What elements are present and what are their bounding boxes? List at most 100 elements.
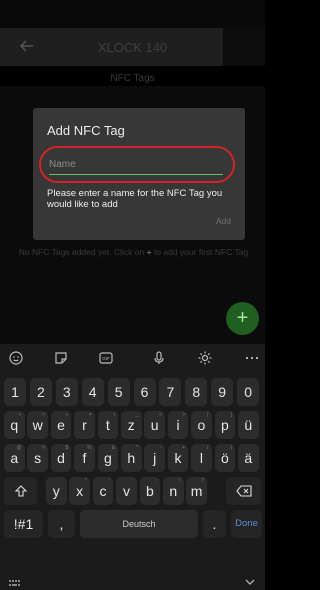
- key-k[interactable]: k +: [167, 444, 189, 472]
- key-b[interactable]: b;: [139, 477, 161, 505]
- key-d[interactable]: d $: [50, 444, 72, 472]
- key-d-hint: $: [65, 445, 69, 451]
- key-k-hint: +: [182, 445, 186, 451]
- key-2[interactable]: 2: [29, 378, 52, 406]
- key-a[interactable]: a @: [4, 444, 25, 472]
- gif-icon[interactable]: GIF: [98, 350, 116, 366]
- key-c[interactable]: c ': [92, 477, 114, 505]
- key-v-label: v: [122, 483, 130, 499]
- key-0[interactable]: 0: [237, 378, 260, 406]
- key-v[interactable]: v:: [116, 477, 137, 505]
- key-ü[interactable]: ü: [238, 411, 259, 439]
- key-g-label: g: [103, 450, 112, 466]
- key-e-hint: ÷: [65, 412, 69, 418]
- space-key-label: Deutsch: [122, 519, 156, 529]
- key-c-hint: ': [109, 478, 111, 484]
- backspace-key[interactable]: [226, 477, 261, 505]
- key-y[interactable]: y: [46, 477, 67, 505]
- name-field[interactable]: Name: [39, 146, 235, 183]
- key-w[interactable]: w ×: [27, 411, 48, 439]
- key-f[interactable]: f%: [74, 444, 95, 472]
- add-nfc-tag-dialog: Add NFC Tag Name Please enter a name for…: [33, 108, 245, 240]
- key-m[interactable]: m?: [186, 477, 207, 505]
- key-ä[interactable]: ä: [238, 444, 259, 472]
- key-s[interactable]: s #: [27, 444, 48, 472]
- key-c-label: c: [99, 483, 107, 499]
- key-4[interactable]: 4: [81, 378, 104, 406]
- sticker-icon[interactable]: [53, 350, 71, 366]
- key-v-hint: :: [132, 478, 134, 484]
- period-key[interactable]: .: [203, 510, 226, 538]
- empty-state-text-before: No NFC Tags added yet. Click on: [18, 247, 147, 257]
- keyboard-toolbar: GIF: [0, 344, 265, 372]
- space-key[interactable]: Deutsch: [80, 510, 198, 538]
- key-l[interactable]: l(: [191, 444, 212, 472]
- key-3-label: 3: [62, 384, 71, 400]
- key-3[interactable]: 3: [55, 378, 78, 406]
- key-1[interactable]: 1: [4, 378, 26, 406]
- key-8[interactable]: 8: [185, 378, 208, 406]
- key-1-label: 1: [11, 384, 19, 400]
- key-7-label: 7: [166, 384, 175, 400]
- shift-key[interactable]: [4, 477, 37, 505]
- key-n[interactable]: n!: [163, 477, 184, 505]
- key-ü-label: ü: [244, 417, 253, 433]
- done-key-label: Done: [235, 518, 258, 529]
- symbols-key[interactable]: !#1: [4, 510, 43, 538]
- empty-state-message: No NFC Tags added yet. Click on + to add…: [12, 247, 255, 258]
- chevron-down-icon[interactable]: [244, 574, 256, 590]
- key-p-hint: ]: [230, 412, 233, 418]
- key-o[interactable]: o[: [191, 411, 212, 439]
- key-b-label: b: [145, 483, 154, 499]
- key-u[interactable]: u <: [144, 411, 165, 439]
- status-bar: [0, 0, 265, 28]
- key-q-label: q: [10, 417, 19, 433]
- key-o-hint: [: [207, 412, 209, 418]
- settings-icon[interactable]: [197, 350, 215, 366]
- key-t-label: t: [105, 417, 110, 433]
- key-7[interactable]: 7: [159, 378, 182, 406]
- key-w-label: w: [32, 417, 43, 433]
- key-z[interactable]: z _: [121, 411, 142, 439]
- key-ö[interactable]: ö): [214, 444, 236, 472]
- key-5[interactable]: 5: [107, 378, 130, 406]
- more-icon[interactable]: [244, 350, 262, 366]
- key-t[interactable]: t /: [97, 411, 119, 439]
- comma-key[interactable]: ,: [48, 510, 75, 538]
- key-m-label: m: [190, 483, 203, 499]
- key-5-label: 5: [114, 384, 123, 400]
- period-key-label: .: [212, 516, 217, 532]
- key-x[interactable]: x ": [69, 477, 90, 505]
- key-a-label: a: [10, 450, 19, 466]
- key-g[interactable]: g &: [97, 444, 119, 472]
- add-fab-button[interactable]: +: [226, 302, 259, 335]
- key-j-hint: -: [160, 445, 162, 451]
- key-a-hint: @: [16, 445, 22, 451]
- emoji-icon[interactable]: [8, 350, 26, 366]
- done-key[interactable]: Done: [231, 510, 262, 538]
- key-s-label: s: [34, 450, 42, 466]
- keyboard-grid-icon[interactable]: [9, 575, 21, 590]
- key-i-hint: >: [182, 412, 186, 418]
- key-i[interactable]: i >: [167, 411, 189, 439]
- key-6-label: 6: [140, 384, 149, 400]
- key-q[interactable]: q +: [4, 411, 25, 439]
- key-e[interactable]: e ÷: [50, 411, 72, 439]
- dialog-helper-text: Please enter a name for the NFC Tag you …: [47, 188, 223, 210]
- key-j[interactable]: j-: [144, 444, 165, 472]
- key-h-hint: *: [136, 445, 139, 451]
- key-p[interactable]: p]: [214, 411, 236, 439]
- add-button[interactable]: Add: [216, 216, 231, 226]
- key-k-label: k: [174, 450, 182, 466]
- key-f-label: f: [82, 450, 87, 466]
- key-r[interactable]: r =: [74, 411, 95, 439]
- key-h[interactable]: h *: [121, 444, 142, 472]
- key-6[interactable]: 6: [133, 378, 156, 406]
- empty-state-text-after: to add your first NFC Tag: [151, 247, 249, 257]
- key-g-hint: &: [111, 445, 116, 451]
- key-l-label: l: [199, 450, 203, 466]
- microphone-icon[interactable]: [151, 350, 169, 366]
- key-w-hint: ×: [41, 412, 45, 418]
- key-r-label: r: [82, 417, 87, 433]
- key-9[interactable]: 9: [211, 378, 234, 406]
